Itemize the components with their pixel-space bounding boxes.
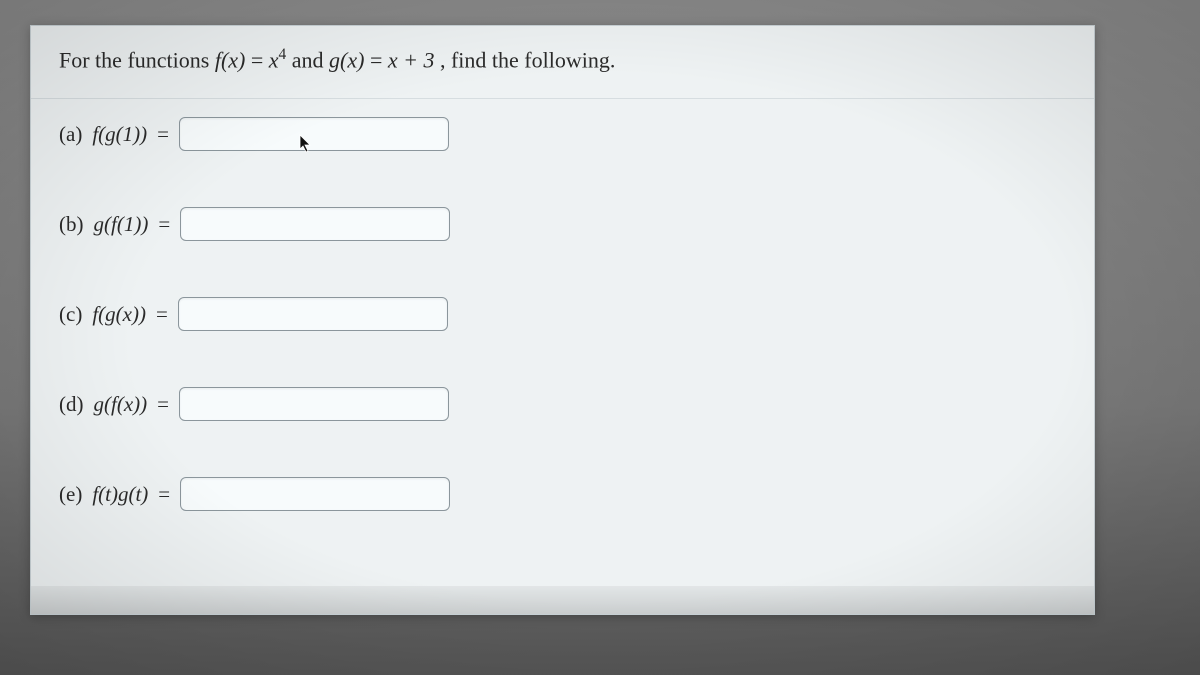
bottom-shadow [31, 586, 1094, 614]
part-row: (a) f(g(1)) = [59, 117, 1066, 151]
equals-sign: = [157, 122, 169, 147]
part-label: (a) [59, 122, 82, 147]
answer-input-e[interactable] [180, 477, 450, 511]
equals-sign: = [156, 302, 168, 327]
part-label: (e) [59, 482, 82, 507]
function-g-lhs: g(x) [329, 47, 364, 72]
equals-sign: = [158, 212, 170, 237]
part-expression: g(f(1)) [94, 212, 149, 237]
part-expression: g(f(x)) [94, 392, 148, 417]
equals-1: = [251, 47, 269, 72]
function-g-rhs: x + 3 [388, 47, 435, 72]
part-row: (b) g(f(1)) = [59, 207, 1066, 241]
worksheet-panel: For the functions f(x) = x4 and g(x) = x… [30, 25, 1095, 615]
answer-input-d[interactable] [179, 387, 449, 421]
equals-sign: = [158, 482, 170, 507]
answer-input-b[interactable] [180, 207, 450, 241]
answer-input-c[interactable] [178, 297, 448, 331]
question-prompt: For the functions f(x) = x4 and g(x) = x… [31, 26, 1094, 99]
part-expression: f(g(x)) [92, 302, 146, 327]
answer-input-a[interactable] [179, 117, 449, 151]
question-text-and: and [292, 47, 329, 72]
part-expression: f(g(1)) [92, 122, 147, 147]
part-row: (d) g(f(x)) = [59, 387, 1066, 421]
part-row: (e) f(t)g(t) = [59, 477, 1066, 511]
function-f-rhs-exp: 4 [279, 46, 287, 63]
question-text-suffix: , find the following. [440, 47, 615, 72]
equals-sign: = [157, 392, 169, 417]
part-label: (b) [59, 212, 84, 237]
function-f-rhs-base: x [269, 47, 279, 72]
parts-container: (a) f(g(1)) = (b) g(f(1)) = (c) f(g(x)) … [31, 99, 1094, 541]
part-expression: f(t)g(t) [92, 482, 148, 507]
equals-2: = [370, 47, 388, 72]
question-text-prefix: For the functions [59, 47, 215, 72]
part-label: (d) [59, 392, 84, 417]
function-f-lhs: f(x) [215, 47, 246, 72]
part-row: (c) f(g(x)) = [59, 297, 1066, 331]
part-label: (c) [59, 302, 82, 327]
